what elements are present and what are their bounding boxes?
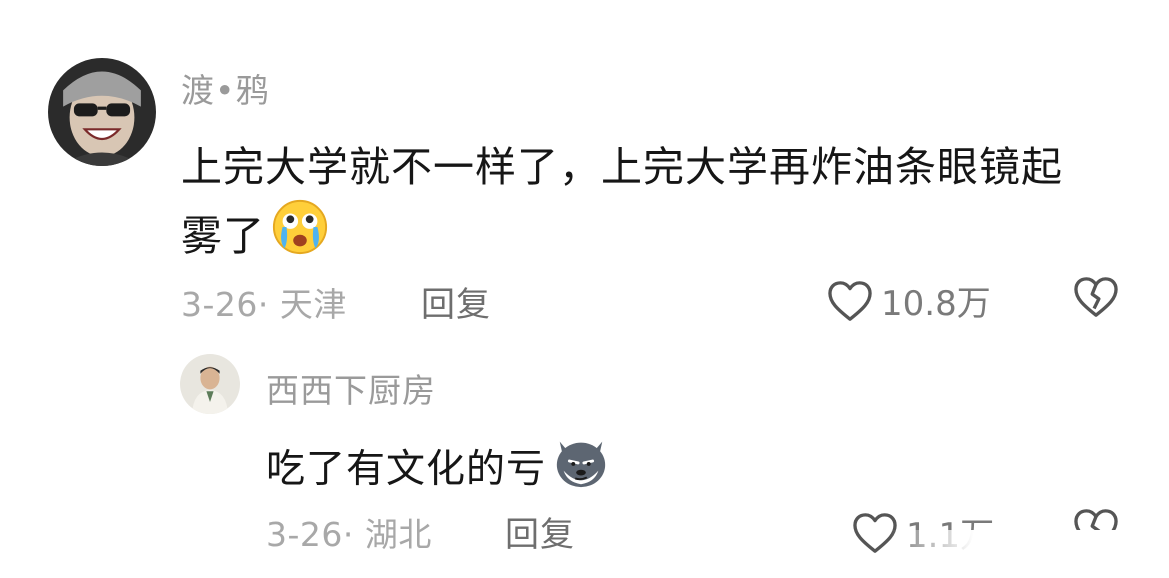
comment-text: 上完大学就不一样了，上完大学再炸油条眼镜起 [181, 143, 1063, 191]
reply-button[interactable]: 回复 [421, 277, 491, 326]
comment-text-tail: 雾了 [181, 212, 265, 260]
bottom-fade [890, 530, 1169, 578]
reply-button[interactable]: 回复 [505, 507, 575, 556]
comment-text: 吃了有文化的亏 [266, 432, 610, 500]
like-button[interactable]: 10.8万 [827, 276, 991, 325]
smirk-husky-emoji [552, 432, 610, 500]
comment-meta: 3-26· 湖北 [266, 515, 432, 554]
comment-thread: 渡•鸦 上完大学就不一样了，上完大学再炸油条眼镜起 雾了 3-26· 天津 回复… [0, 0, 1169, 578]
like-count: 10.8万 [881, 284, 991, 324]
avatar[interactable] [48, 58, 156, 166]
comment-text-continued: 雾了 [181, 198, 329, 266]
avatar[interactable] [180, 354, 240, 414]
dislike-button[interactable] [1073, 276, 1119, 322]
crying-emoji [271, 198, 329, 266]
username[interactable]: 西西下厨房 [266, 364, 436, 412]
heart-icon [828, 280, 872, 321]
comment-text-body: 吃了有文化的亏 [266, 447, 547, 492]
broken-heart-icon [1074, 277, 1118, 317]
username[interactable]: 渡•鸦 [181, 64, 269, 112]
comment-meta: 3-26· 天津 [181, 285, 347, 324]
